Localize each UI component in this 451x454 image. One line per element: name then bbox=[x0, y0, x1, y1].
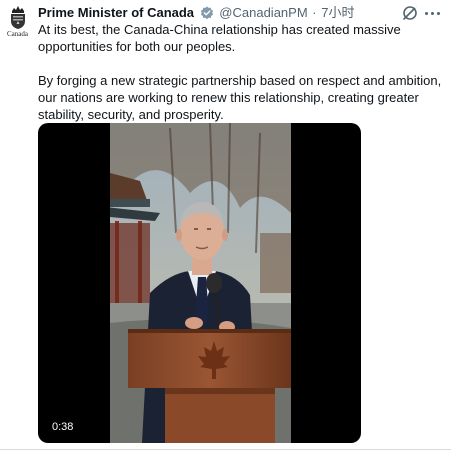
post-timestamp[interactable]: 7小时 bbox=[321, 5, 354, 20]
video-player[interactable]: 0:38 bbox=[38, 123, 361, 443]
account-name[interactable]: Prime Minister of Canada bbox=[38, 5, 194, 20]
grok-icon[interactable] bbox=[401, 4, 419, 22]
more-options-icon[interactable] bbox=[423, 4, 441, 22]
divider bbox=[0, 449, 451, 450]
separator-dot: · bbox=[312, 5, 317, 20]
account-handle[interactable]: @CanadianPM bbox=[219, 5, 307, 20]
video-duration: 0:38 bbox=[48, 418, 78, 436]
avatar[interactable]: Canada bbox=[5, 5, 30, 39]
royal-crest-icon bbox=[10, 6, 25, 29]
avatar-wordmark: Canada bbox=[7, 30, 28, 38]
tweet-paragraph: By forging a new strategic partnership b… bbox=[38, 73, 442, 122]
video-frame bbox=[110, 123, 291, 443]
tweet-header: Prime Minister of Canada @CanadianPM · 7… bbox=[38, 4, 389, 22]
tweet-paragraph: At its best, the Canada-China relationsh… bbox=[38, 22, 401, 54]
